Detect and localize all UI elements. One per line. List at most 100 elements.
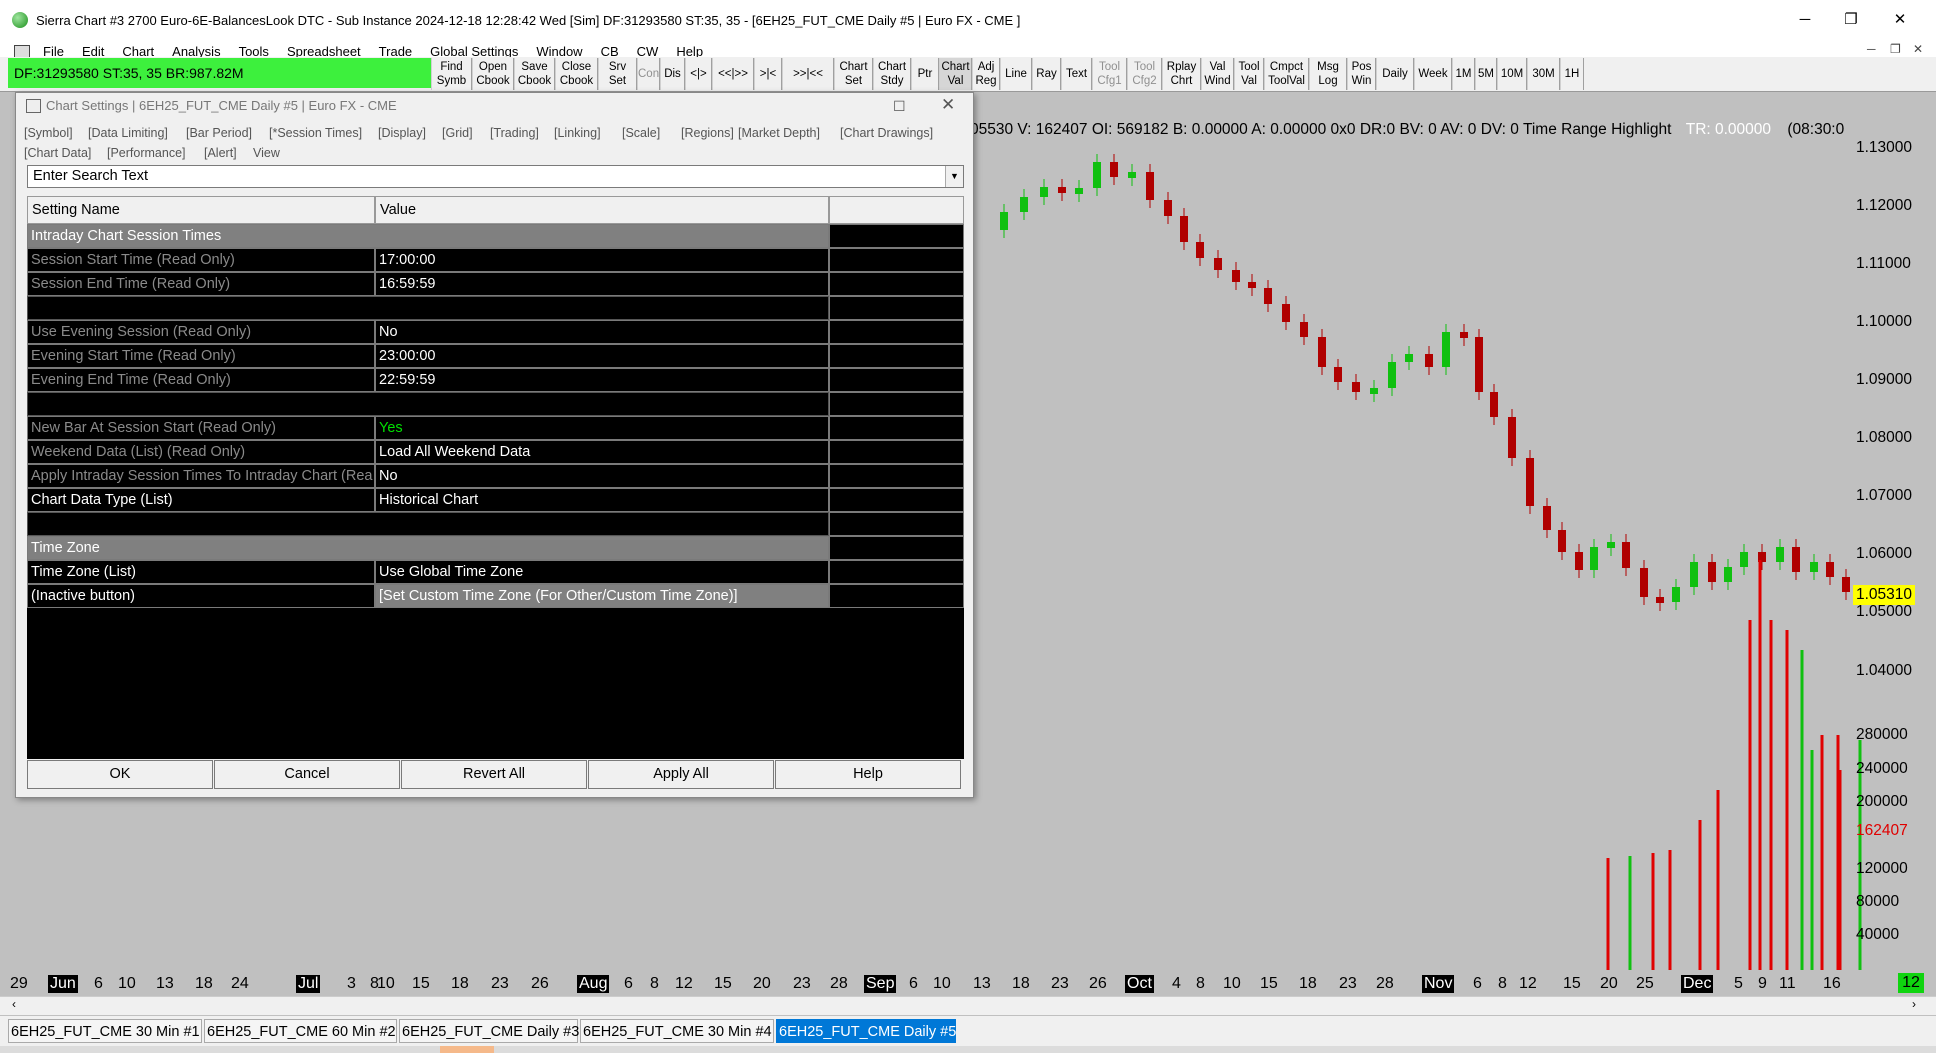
setting-value[interactable]: 16:59:59 — [375, 272, 829, 296]
setting-value[interactable]: Historical Chart — [375, 488, 829, 512]
mdi-close-button[interactable]: ✕ — [1913, 42, 1923, 56]
mdi-minimize-button[interactable]: ─ — [1867, 42, 1876, 56]
settings-tab[interactable]: [Grid] — [442, 126, 473, 140]
chart-tab[interactable]: 6EH25_FUT_CME Daily #3 — [399, 1019, 579, 1043]
toolbar-button-line[interactable]: Line — [1000, 58, 1032, 90]
settings-row[interactable]: New Bar At Session Start (Read Only) Yes — [27, 416, 964, 440]
toolbar-button-1h[interactable]: 1H — [1560, 58, 1584, 90]
settings-tab[interactable]: [Chart Drawings] — [840, 126, 933, 140]
search-input[interactable]: Enter Search Text ▼ — [27, 165, 964, 188]
settings-tab[interactable]: [Chart Data] — [24, 146, 91, 160]
dialog-close-button[interactable]: ✕ — [941, 92, 955, 118]
settings-row[interactable]: Apply Intraday Session Times To Intraday… — [27, 464, 964, 488]
apply-all-button[interactable]: Apply All — [588, 760, 774, 789]
toolbar-button-close-cbook[interactable]: Close Cbook — [555, 58, 598, 90]
settings-tab[interactable]: [Trading] — [490, 126, 539, 140]
toolbar-button-chart-stdy[interactable]: Chart Stdy — [873, 58, 911, 90]
settings-tab[interactable]: [*Session Times] — [269, 126, 362, 140]
setting-value[interactable]: Use Global Time Zone — [375, 560, 829, 584]
revert-all-button[interactable]: Revert All — [401, 760, 587, 789]
settings-tab[interactable]: [Scale] — [622, 126, 660, 140]
toolbar-button-chart-val[interactable]: Chart Val — [939, 58, 972, 90]
setting-value[interactable]: Yes — [375, 416, 829, 440]
settings-tab[interactable]: [Linking] — [554, 126, 601, 140]
toolbar-button-save-cbook[interactable]: Save Cbook — [514, 58, 555, 90]
toolbar-button-[interactable]: <|> — [685, 58, 712, 90]
toolbar-button-find-symb[interactable]: Find Symb — [431, 58, 472, 90]
settings-tab[interactable]: [Data Limiting] — [88, 126, 168, 140]
setting-value[interactable]: No — [375, 464, 829, 488]
scroll-right-icon[interactable]: › — [1912, 997, 1916, 1011]
restore-button[interactable]: ❐ — [1841, 10, 1861, 30]
toolbar-button-[interactable]: <<|>> — [712, 58, 754, 90]
toolbar-button-daily[interactable]: Daily — [1376, 58, 1414, 90]
toolbar-button-msg-log[interactable]: Msg Log — [1309, 58, 1347, 90]
toolbar-button-srv-set[interactable]: Srv Set — [598, 58, 637, 90]
settings-tab[interactable]: [Display] — [378, 126, 426, 140]
toolbar-button-30m[interactable]: 30M — [1527, 58, 1560, 90]
settings-row[interactable]: Evening End Time (Read Only) 22:59:59 — [27, 368, 964, 392]
setting-value[interactable]: 23:00:00 — [375, 344, 829, 368]
ok-button[interactable]: OK — [27, 760, 213, 789]
settings-row[interactable]: Time Zone — [27, 536, 964, 560]
setting-value[interactable]: 17:00:00 — [375, 248, 829, 272]
minimize-button[interactable]: ─ — [1795, 10, 1815, 30]
settings-row[interactable]: Time Zone (List) Use Global Time Zone — [27, 560, 964, 584]
cancel-button[interactable]: Cancel — [214, 760, 400, 789]
close-button[interactable]: ✕ — [1890, 10, 1910, 30]
toolbar-button-adj-reg[interactable]: Adj Reg — [972, 58, 1000, 90]
toolbar-button-[interactable]: >|< — [754, 58, 782, 90]
toolbar-button-open-cbook[interactable]: Open Cbook — [472, 58, 514, 90]
toolbar-button-val-wind[interactable]: Val Wind — [1201, 58, 1234, 90]
settings-row[interactable]: Session Start Time (Read Only) 17:00:00 — [27, 248, 964, 272]
settings-tab[interactable]: [Bar Period] — [186, 126, 252, 140]
toolbar-button-5m[interactable]: 5M — [1475, 58, 1497, 90]
toolbar-button-ray[interactable]: Ray — [1032, 58, 1061, 90]
toolbar-button-dis[interactable]: Dis — [660, 58, 685, 90]
mdi-restore-button[interactable]: ❐ — [1890, 42, 1901, 56]
chart-tab[interactable]: 6EH25_FUT_CME 60 Min #2 — [204, 1019, 397, 1043]
setting-value[interactable]: Load All Weekend Data — [375, 440, 829, 464]
settings-row[interactable]: Session End Time (Read Only) 16:59:59 — [27, 272, 964, 296]
horizontal-scrollbar[interactable]: ‹ › — [0, 996, 1936, 1015]
toolbar-button-[interactable]: >>|<< — [782, 58, 834, 90]
chart-tab[interactable]: 6EH25_FUT_CME 30 Min #4 — [580, 1019, 774, 1043]
setting-value[interactable]: 22:59:59 — [375, 368, 829, 392]
settings-tab[interactable]: [Symbol] — [24, 126, 73, 140]
toolbar-button-rplay-chrt[interactable]: Rplay Chrt — [1162, 58, 1201, 90]
toolbar-button-cmpct-toolval[interactable]: Cmpct ToolVal — [1264, 58, 1309, 90]
settings-row[interactable]: Evening Start Time (Read Only) 23:00:00 — [27, 344, 964, 368]
settings-tab[interactable]: [Alert] — [204, 146, 237, 160]
settings-row[interactable]: Weekend Data (List) (Read Only) Load All … — [27, 440, 964, 464]
toolbar-button-text[interactable]: Text — [1061, 58, 1092, 90]
toolbar-button-10m[interactable]: 10M — [1497, 58, 1527, 90]
chart-window-icon[interactable] — [14, 44, 30, 58]
settings-tab[interactable]: [Performance] — [107, 146, 186, 160]
settings-row[interactable]: (Inactive button) [Set Custom Time Zone (… — [27, 584, 964, 608]
chart-tab[interactable]: 6EH25_FUT_CME 30 Min #1 — [8, 1019, 202, 1043]
settings-tab[interactable]: [Regions] — [681, 126, 734, 140]
settings-row[interactable]: Use Evening Session (Read Only) No — [27, 320, 964, 344]
toolbar-button-ptr[interactable]: Ptr — [911, 58, 939, 90]
settings-tab[interactable]: View — [253, 146, 280, 160]
day-label: 18 — [195, 975, 213, 992]
help-button[interactable]: Help — [775, 760, 961, 789]
setting-value[interactable]: No — [375, 320, 829, 344]
chevron-down-icon[interactable]: ▼ — [945, 166, 963, 187]
scroll-left-icon[interactable]: ‹ — [12, 997, 16, 1011]
settings-tab[interactable]: [Market Depth] — [738, 126, 820, 140]
toolbar-button-pos-win[interactable]: Pos Win — [1347, 58, 1376, 90]
day-label: 5 — [1734, 975, 1743, 992]
chart-tab[interactable]: 6EH25_FUT_CME Daily #5 — [776, 1019, 956, 1043]
settings-row[interactable]: Chart Data Type (List) Historical Chart — [27, 488, 964, 512]
custom-time-zone-button[interactable]: [Set Custom Time Zone (For Other/Custom … — [375, 584, 829, 608]
dialog-maximize-button[interactable]: ☐ — [893, 93, 906, 119]
toolbar-button-tool-val[interactable]: Tool Val — [1234, 58, 1264, 90]
settings-row[interactable]: Intraday Chart Session Times — [27, 224, 964, 248]
toolbar-button-con[interactable]: Con — [637, 58, 660, 90]
toolbar-button-tool-cfg2[interactable]: Tool Cfg2 — [1127, 58, 1162, 90]
toolbar-button-1m[interactable]: 1M — [1452, 58, 1475, 90]
toolbar-button-chart-set[interactable]: Chart Set — [834, 58, 873, 90]
toolbar-button-week[interactable]: Week — [1414, 58, 1452, 90]
toolbar-button-tool-cfg1[interactable]: Tool Cfg1 — [1092, 58, 1127, 90]
